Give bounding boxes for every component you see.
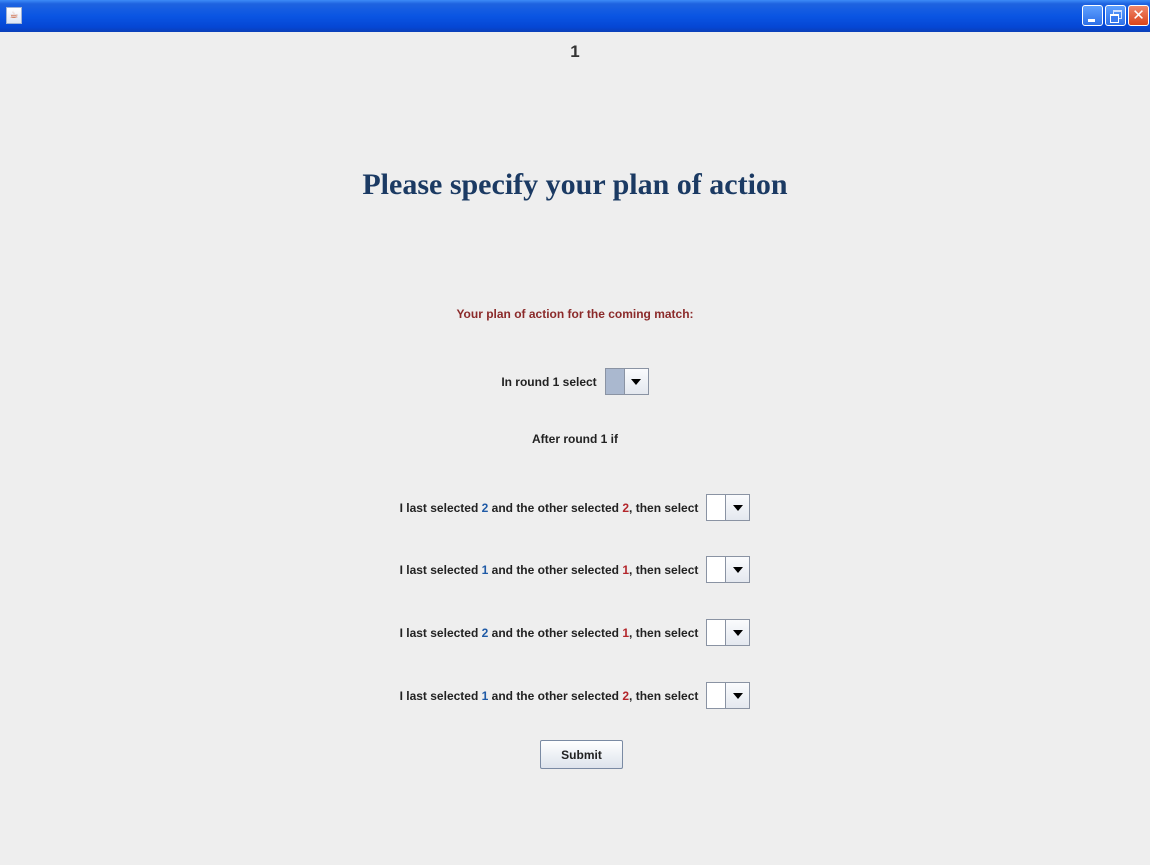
- condition-row: I last selected 1 and the other selected…: [0, 682, 1150, 709]
- condition-label: I last selected 1 and the other selected…: [400, 563, 699, 577]
- first-round-select-value: [605, 369, 625, 394]
- condition-suffix: , then select: [629, 562, 699, 577]
- condition-suffix: , then select: [629, 500, 699, 515]
- minimize-button[interactable]: [1082, 5, 1103, 26]
- condition-prefix: I last selected: [399, 625, 482, 640]
- condition-row: I last selected 1 and the other selected…: [0, 556, 1150, 583]
- after-round-label: After round 1 if: [532, 432, 618, 446]
- java-cup-icon[interactable]: ☕: [6, 7, 22, 24]
- condition-middle: and the other selected: [488, 562, 623, 577]
- plan-subtitle: Your plan of action for the coming match…: [456, 307, 694, 321]
- maximize-button[interactable]: [1105, 5, 1126, 26]
- condition-prefix: I last selected: [399, 500, 482, 515]
- condition-suffix: , then select: [629, 688, 699, 703]
- condition-middle: and the other selected: [488, 688, 623, 703]
- condition-middle: and the other selected: [488, 500, 623, 515]
- window-titlebar[interactable]: ☕ ✕: [0, 0, 1150, 32]
- condition-label: I last selected 1 and the other selected…: [400, 689, 699, 703]
- submit-button[interactable]: Submit: [540, 740, 623, 769]
- page-title: Please specify your plan of action: [362, 168, 788, 201]
- condition-select-value: [707, 495, 727, 520]
- condition-label: I last selected 2 and the other selected…: [400, 501, 699, 515]
- condition-middle: and the other selected: [488, 625, 623, 640]
- condition-select-value: [707, 557, 727, 582]
- condition-select[interactable]: [706, 494, 751, 521]
- close-icon: ✕: [1132, 6, 1145, 24]
- first-round-select[interactable]: [604, 368, 649, 395]
- condition-row: I last selected 2 and the other selected…: [0, 494, 1150, 521]
- chevron-down-icon[interactable]: [726, 495, 750, 520]
- condition-select-value: [707, 683, 727, 708]
- condition-label: I last selected 2 and the other selected…: [400, 626, 699, 640]
- condition-select[interactable]: [706, 556, 751, 583]
- condition-row: I last selected 2 and the other selected…: [0, 619, 1150, 646]
- close-button[interactable]: ✕: [1128, 5, 1149, 26]
- first-round-row: In round 1 select: [0, 368, 1150, 395]
- first-round-label: In round 1 select: [501, 374, 597, 389]
- condition-select-value: [707, 620, 727, 645]
- chevron-down-icon[interactable]: [726, 557, 750, 582]
- round-number: 1: [570, 42, 580, 61]
- chevron-down-icon[interactable]: [624, 369, 648, 394]
- condition-prefix: I last selected: [399, 562, 482, 577]
- condition-prefix: I last selected: [399, 688, 482, 703]
- chevron-down-icon[interactable]: [726, 683, 750, 708]
- condition-select[interactable]: [706, 682, 751, 709]
- chevron-down-icon[interactable]: [726, 620, 750, 645]
- condition-select[interactable]: [706, 619, 751, 646]
- condition-suffix: , then select: [629, 625, 699, 640]
